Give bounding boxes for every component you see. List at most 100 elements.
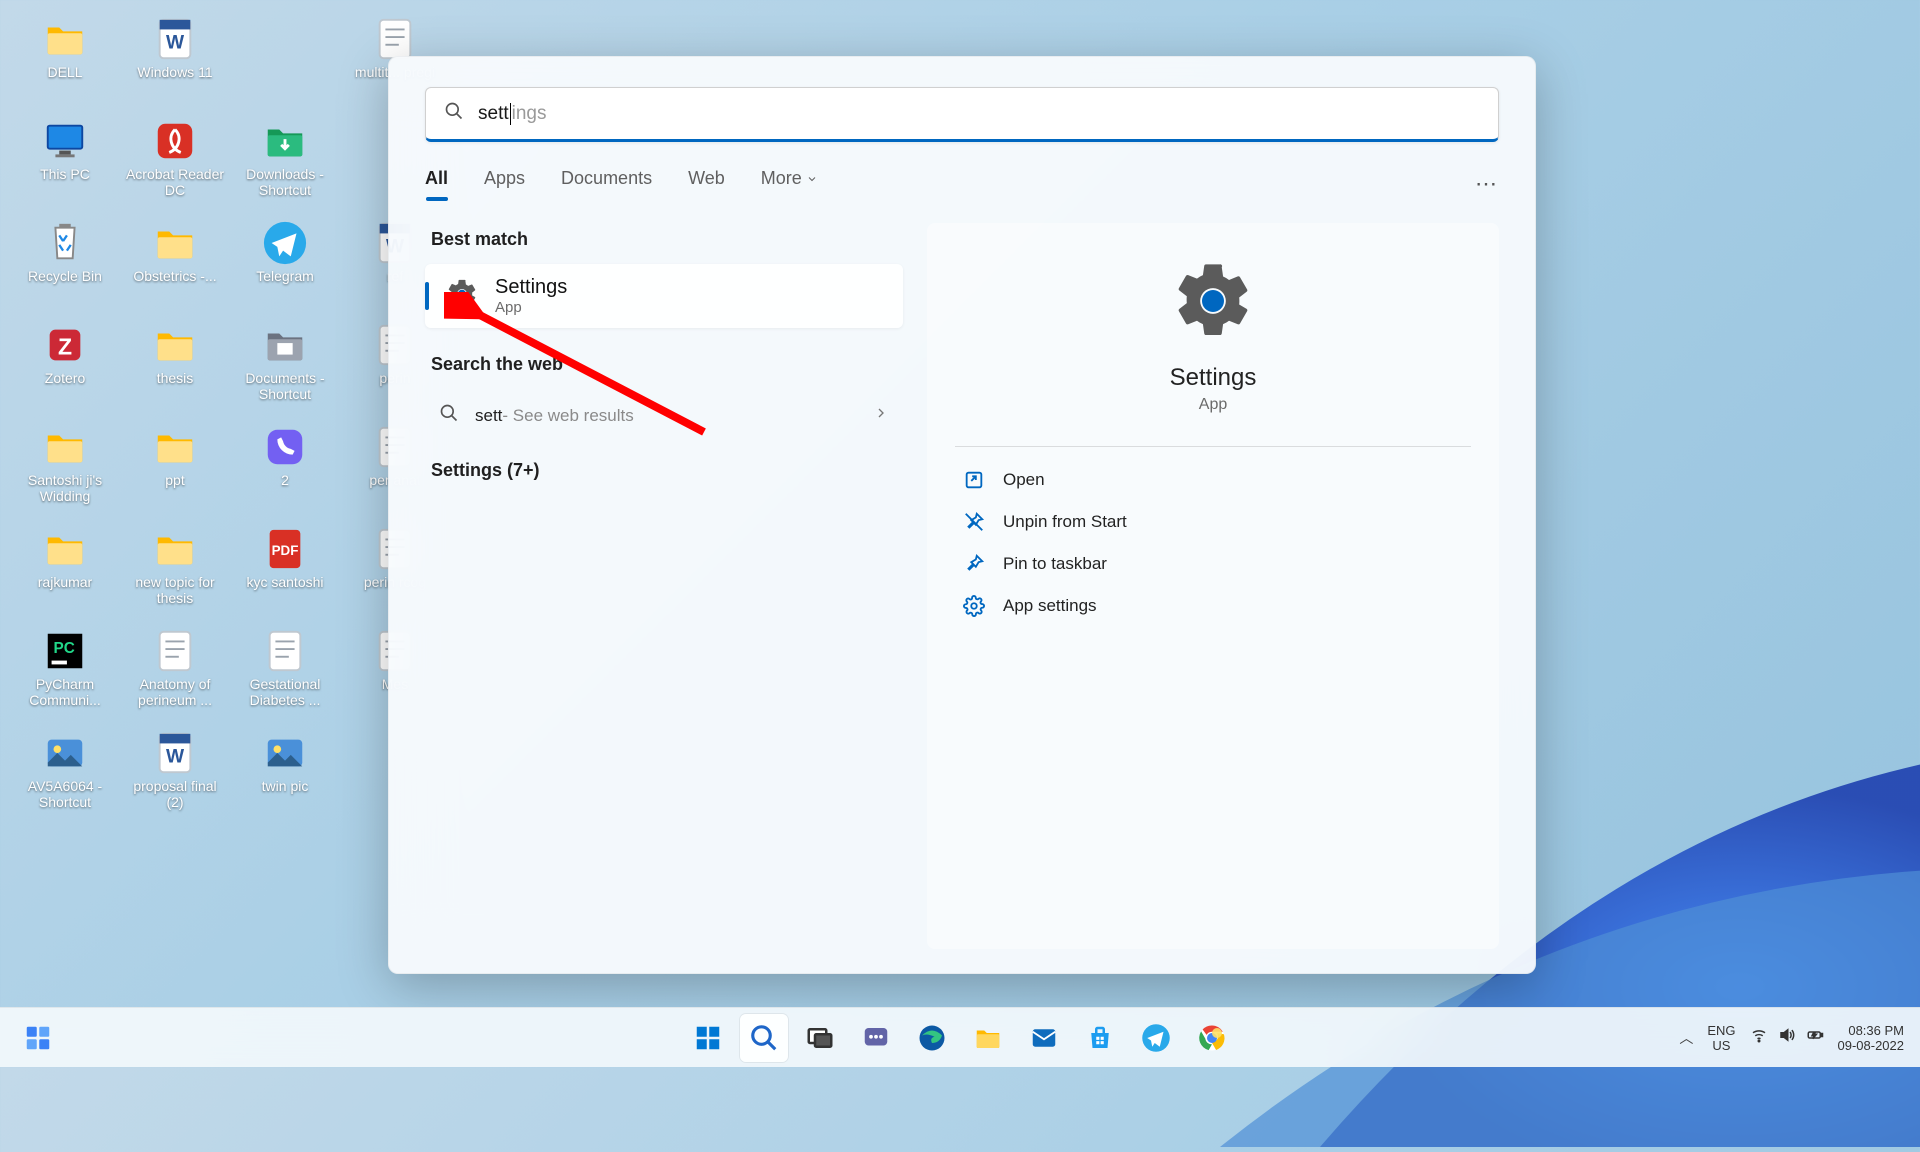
desktop-icon[interactable]: Recycle Bin <box>10 214 120 316</box>
desktop-icon[interactable]: ppt <box>120 418 230 520</box>
tab-web[interactable]: Web <box>688 168 725 199</box>
folder-icon <box>152 322 198 368</box>
best-match-header: Best match <box>431 229 903 250</box>
tray-overflow-icon[interactable]: ︿ <box>1679 1028 1693 1048</box>
desktop-icon[interactable]: Obstetrics -... <box>120 214 230 316</box>
desktop-icon[interactable]: twin pic <box>230 724 340 826</box>
taskbar: ︿ ENGUS 08:36 PM09-08-2022 <box>0 1007 1920 1067</box>
action-open[interactable]: Open <box>955 459 1471 501</box>
desktop-icon[interactable]: AV5A6064 - Shortcut <box>10 724 120 826</box>
desktop-icon[interactable]: Santoshi ji's Widding <box>10 418 120 520</box>
taskbar-app-explorer[interactable] <box>964 1014 1012 1062</box>
acrobat-icon <box>152 118 198 164</box>
desktop-icon[interactable]: This PC <box>10 112 120 214</box>
action-pin-taskbar[interactable]: Pin to taskbar <box>955 543 1471 585</box>
folder-doc-icon <box>262 322 308 368</box>
desktop-icon-label: kyc santoshi <box>246 574 323 590</box>
tab-all[interactable]: All <box>425 168 448 199</box>
desktop-icon-label: Documents - Shortcut <box>233 370 337 402</box>
wifi-icon <box>1750 1026 1768 1049</box>
action-unpin-start[interactable]: Unpin from Start <box>955 501 1471 543</box>
taskbar-app-store[interactable] <box>1076 1014 1124 1062</box>
desktop-icon[interactable]: 2 <box>230 418 340 520</box>
pc-icon <box>42 118 88 164</box>
web-result-hint: - See web results <box>502 406 633 426</box>
search-input[interactable]: settings <box>425 87 1499 142</box>
desktop-icon[interactable]: thesis <box>120 316 230 418</box>
gear-icon <box>1169 257 1257 350</box>
divider <box>955 446 1471 447</box>
desktop-icon[interactable]: Gestational Diabetes ... <box>230 622 340 724</box>
open-icon <box>963 469 985 491</box>
word-icon: W <box>152 730 198 776</box>
search-options-icon[interactable]: ⋯ <box>1475 171 1499 197</box>
web-result-query: sett <box>475 406 502 426</box>
pdf-icon: PDF <box>262 526 308 572</box>
taskbar-app-edge[interactable] <box>908 1014 956 1062</box>
desktop-icon[interactable]: W Windows 11 <box>120 10 230 112</box>
chevron-right-icon <box>873 405 889 426</box>
chat-button[interactable] <box>852 1014 900 1062</box>
desktop-icon[interactable]: DELL <box>10 10 120 112</box>
desktop-icon[interactable]: Anatomy of perineum ... <box>120 622 230 724</box>
desktop-icon[interactable]: Z Zotero <box>10 316 120 418</box>
start-button[interactable] <box>684 1014 732 1062</box>
best-match-settings[interactable]: Settings App <box>425 264 903 328</box>
settings-expand[interactable]: Settings (7+) <box>431 460 903 481</box>
tab-more[interactable]: More <box>761 168 818 199</box>
desktop-icon-label: proposal final (2) <box>123 778 227 810</box>
image-icon <box>262 730 308 776</box>
desktop-icon-label: new topic for thesis <box>123 574 227 606</box>
search-autocomplete-hint: ings <box>512 103 547 125</box>
desktop-icon[interactable]: PDF kyc santoshi <box>230 520 340 622</box>
tab-documents[interactable]: Documents <box>561 168 652 199</box>
desktop-icon-label: Zotero <box>45 370 85 386</box>
widgets-button[interactable] <box>14 1014 62 1062</box>
taskbar-app-telegram[interactable] <box>1132 1014 1180 1062</box>
task-view-button[interactable] <box>796 1014 844 1062</box>
action-app-settings[interactable]: App settings <box>955 585 1471 627</box>
folder-dl-icon <box>262 118 308 164</box>
pin-icon <box>963 553 985 575</box>
system-tray[interactable] <box>1750 1026 1824 1049</box>
desktop-icon[interactable]: PCPyCharm Communi... <box>10 622 120 724</box>
desktop-icon-label: AV5A6064 - Shortcut <box>13 778 117 810</box>
best-match-title: Settings <box>495 276 567 299</box>
unpin-icon <box>963 511 985 533</box>
taskbar-app-mail[interactable] <box>1020 1014 1068 1062</box>
search-icon <box>439 403 459 428</box>
doc-icon <box>152 628 198 674</box>
desktop-icon[interactable]: Wproposal final (2) <box>120 724 230 826</box>
clock[interactable]: 08:36 PM09-08-2022 <box>1838 1023 1905 1053</box>
folder-icon <box>42 16 88 62</box>
tab-apps[interactable]: Apps <box>484 168 525 199</box>
desktop-icon[interactable]: new topic for thesis <box>120 520 230 622</box>
desktop-icon-label: Windows 11 <box>137 64 212 80</box>
desktop-icon[interactable]: rajkumar <box>10 520 120 622</box>
desktop-icon[interactable]: Documents - Shortcut <box>230 316 340 418</box>
desktop-icon-label: PyCharm Communi... <box>13 676 117 708</box>
desktop-icon[interactable]: Telegram <box>230 214 340 316</box>
language-indicator[interactable]: ENGUS <box>1707 1023 1735 1053</box>
desktop-icon[interactable]: Acrobat Reader DC <box>120 112 230 214</box>
text-cursor <box>510 103 511 125</box>
volume-icon <box>1778 1026 1796 1049</box>
desktop-icon-label: DELL <box>47 64 82 80</box>
best-match-subtitle: App <box>495 299 567 316</box>
desktop-icon-label: Telegram <box>256 268 314 284</box>
search-icon <box>444 101 464 126</box>
desktop-icon[interactable]: Downloads - Shortcut <box>230 112 340 214</box>
desktop-icon-label: rajkumar <box>38 574 92 590</box>
desktop-icon-label: Downloads - Shortcut <box>233 166 337 198</box>
folder-icon <box>152 424 198 470</box>
image-icon <box>42 730 88 776</box>
taskbar-app-chrome[interactable] <box>1188 1014 1236 1062</box>
search-button[interactable] <box>740 1014 788 1062</box>
word-icon: W <box>152 16 198 62</box>
desktop-icon-label: Recycle Bin <box>28 268 102 284</box>
svg-text:W: W <box>166 747 185 768</box>
viber-icon <box>262 424 308 470</box>
zotero-icon: Z <box>42 322 88 368</box>
web-result-sett[interactable]: sett - See web results <box>425 389 903 442</box>
desktop-icon-label: Anatomy of perineum ... <box>123 676 227 708</box>
